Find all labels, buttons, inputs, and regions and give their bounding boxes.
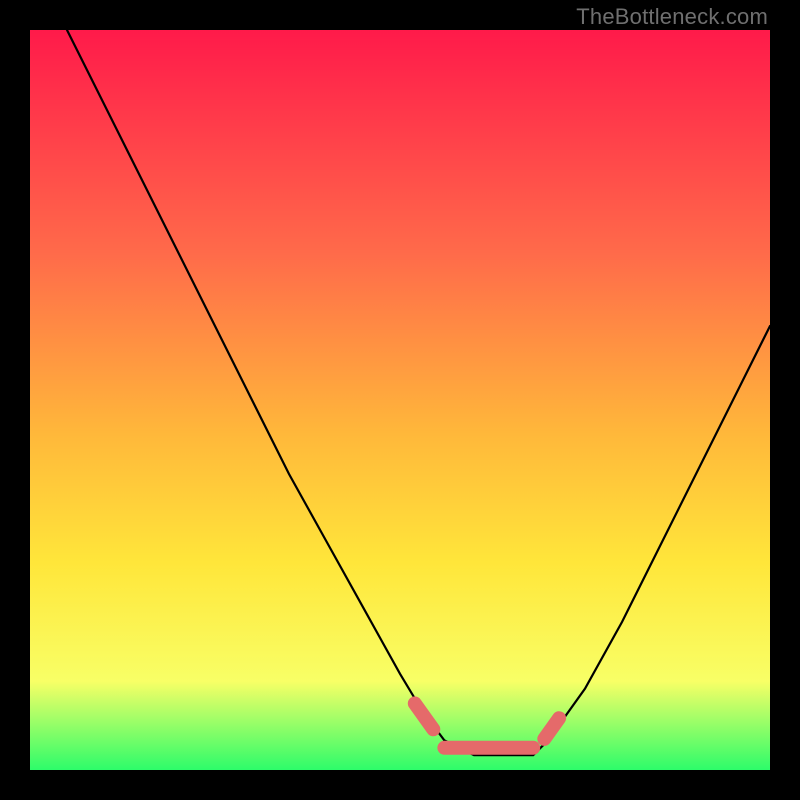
plot-area bbox=[30, 30, 770, 770]
bottleneck-curve bbox=[67, 30, 770, 755]
optimal-range-markers bbox=[415, 703, 559, 747]
marker-segment bbox=[415, 703, 434, 729]
chart-frame: TheBottleneck.com bbox=[0, 0, 800, 800]
marker-segment bbox=[544, 718, 559, 739]
watermark-text: TheBottleneck.com bbox=[576, 4, 768, 30]
chart-svg bbox=[30, 30, 770, 770]
